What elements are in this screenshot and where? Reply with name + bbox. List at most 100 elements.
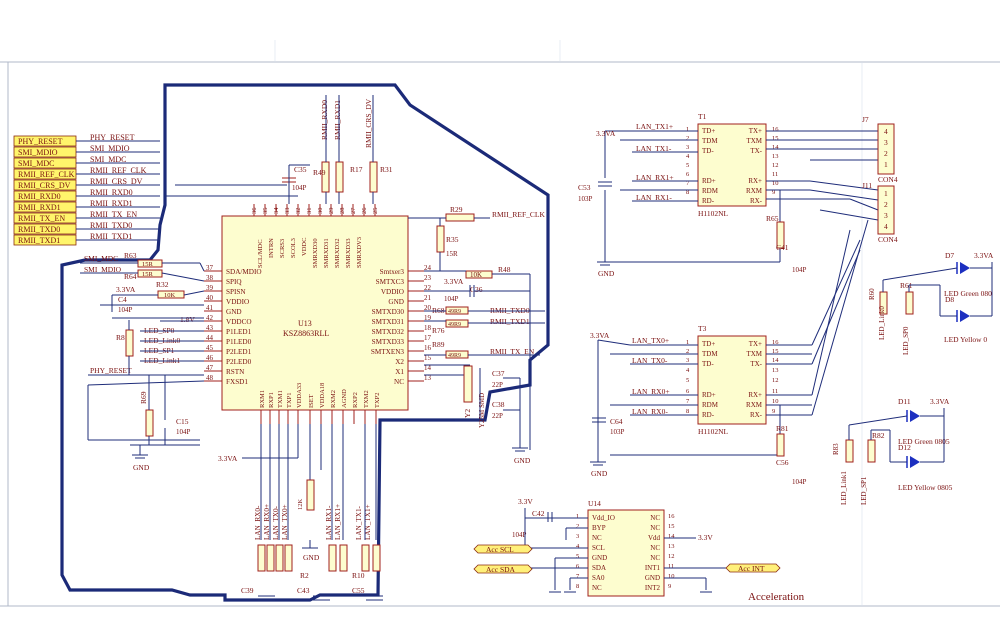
- pin-number: 23: [424, 274, 432, 282]
- svg-text:SCL: SCL: [592, 544, 605, 552]
- ref-c64: C64: [610, 417, 623, 426]
- svg-text:RDM: RDM: [702, 401, 719, 409]
- pin-name: GND: [226, 308, 242, 316]
- value-104p: 104P: [444, 295, 459, 303]
- svg-text:CON4: CON4: [878, 175, 898, 184]
- svg-text:4: 4: [686, 367, 690, 374]
- pin-name: RXP1: [268, 392, 275, 408]
- svg-text:NC: NC: [650, 524, 660, 532]
- net-3v3a: 3.3VA: [444, 277, 464, 286]
- svg-text:15: 15: [668, 523, 675, 530]
- svg-text:LAN_TX0+: LAN_TX0+: [632, 336, 669, 345]
- pin-number: 21: [424, 294, 432, 302]
- pin-name: SMTXC3: [376, 278, 405, 286]
- pin-name: SMTXEN3: [371, 348, 405, 356]
- svg-text:INT1: INT1: [645, 564, 661, 572]
- port-label: RMII_RXD1: [18, 203, 61, 212]
- port-label: RMII_RXD0: [18, 192, 61, 201]
- svg-text:NC: NC: [650, 514, 660, 522]
- ref-c4: C4: [118, 295, 127, 304]
- pin-name: SMRXD33: [345, 238, 352, 268]
- ref-r76: R76: [432, 326, 445, 335]
- pin-name: NC: [394, 378, 404, 386]
- ref-r29: R29: [450, 205, 463, 214]
- svg-text:5: 5: [686, 162, 689, 169]
- ref-r31: R31: [380, 165, 393, 174]
- net-label: SMI_MDC: [84, 254, 118, 263]
- pin-name: SMTXD32: [372, 328, 405, 336]
- svg-text:D12: D12: [898, 443, 911, 452]
- pin-number: 16: [424, 344, 432, 352]
- pin-number: 35: [262, 208, 269, 215]
- pin-number: 39: [206, 284, 214, 292]
- value-103p: 103P: [578, 195, 593, 203]
- ref-r89: R89: [432, 340, 445, 349]
- net-3v3: 3.3V: [518, 497, 533, 506]
- pin-name: VDDC: [301, 238, 308, 256]
- ref-r69: R69: [139, 391, 148, 404]
- svg-text:TX-: TX-: [750, 360, 762, 368]
- top-resistors: R49 R17 R31 C35 104P: [165, 95, 393, 204]
- svg-text:5: 5: [576, 553, 579, 560]
- svg-text:8: 8: [576, 583, 579, 590]
- svg-text:TDM: TDM: [702, 137, 718, 145]
- pin-name: TXP2: [374, 392, 381, 408]
- pin-number: 29: [328, 208, 335, 215]
- svg-text:TX+: TX+: [749, 127, 762, 135]
- svg-text:4: 4: [884, 222, 888, 231]
- svg-text:8: 8: [686, 408, 689, 415]
- value-49r9: 49R9: [448, 309, 461, 315]
- ref-r48: R48: [498, 265, 511, 274]
- svg-text:J11: J11: [862, 181, 872, 190]
- svg-text:1: 1: [686, 126, 689, 133]
- value-crystal: Y25M SMD: [478, 393, 486, 428]
- led-diode-icon: [910, 456, 920, 468]
- pin-name: TXP1: [286, 392, 293, 408]
- value-104p: 104P: [292, 184, 307, 192]
- t1-ref: T1: [698, 112, 707, 121]
- svg-text:16: 16: [772, 126, 779, 133]
- schematic-svg: PHY_RESET SMI_MDIO SMI_MDC RMII_REF_CLK …: [0, 40, 1000, 607]
- svg-text:1: 1: [884, 189, 888, 198]
- pin-name: RXM1: [259, 390, 266, 408]
- pin-number: 30: [317, 208, 324, 215]
- pin-number: 28: [339, 208, 346, 215]
- pin-name: RXP2: [352, 392, 359, 408]
- pin-name: X1: [395, 368, 404, 376]
- svg-text:13: 13: [772, 153, 779, 160]
- ref-r81: R81: [776, 424, 789, 433]
- svg-text:RX+: RX+: [748, 391, 762, 399]
- pin-number: 27: [350, 207, 357, 214]
- left-port-column: PHY_RESET SMI_MDIO SMI_MDC RMII_REF_CLK …: [13, 133, 160, 246]
- svg-text:TD+: TD+: [702, 127, 715, 135]
- value-104p: 104P: [176, 428, 191, 436]
- svg-text:6: 6: [686, 388, 690, 395]
- svg-text:TD-: TD-: [702, 147, 714, 155]
- svg-text:R83: R83: [832, 443, 840, 455]
- ref-c35: C35: [294, 165, 307, 174]
- net-1v8: 1.8V: [180, 315, 195, 324]
- pin-number: 36: [251, 207, 258, 214]
- svg-text:CON4: CON4: [878, 235, 898, 244]
- svg-text:11: 11: [668, 563, 674, 570]
- pin-number: 43: [206, 324, 214, 332]
- ref-r8: R8: [116, 333, 125, 342]
- pin-name: RSTN: [226, 368, 245, 376]
- svg-text:LED_Link1: LED_Link1: [840, 471, 848, 505]
- svg-text:R82: R82: [872, 431, 885, 440]
- svg-text:LED_SP0: LED_SP0: [902, 326, 910, 355]
- pin-number: 18: [424, 324, 432, 332]
- pin-name: P2LED0: [226, 358, 252, 366]
- svg-text:15: 15: [772, 135, 779, 142]
- pin-name: SCL/MDC: [257, 239, 264, 268]
- net-3v3a: 3.3VA: [116, 285, 136, 294]
- ref-c36: C36: [470, 285, 483, 294]
- svg-text:LED Yellow 0: LED Yellow 0: [944, 335, 987, 344]
- svg-text:14: 14: [668, 533, 675, 540]
- net-label: RMII_RXD0: [320, 100, 329, 140]
- svg-text:13: 13: [668, 543, 675, 550]
- pin-name: SMRXD32: [334, 238, 341, 268]
- net-label: LAN_RX1+: [334, 504, 342, 540]
- svg-text:GND: GND: [591, 469, 608, 478]
- led-group-1: D7 3.3VA LED Green 080 D8 LED Yellow 0 L…: [868, 251, 994, 355]
